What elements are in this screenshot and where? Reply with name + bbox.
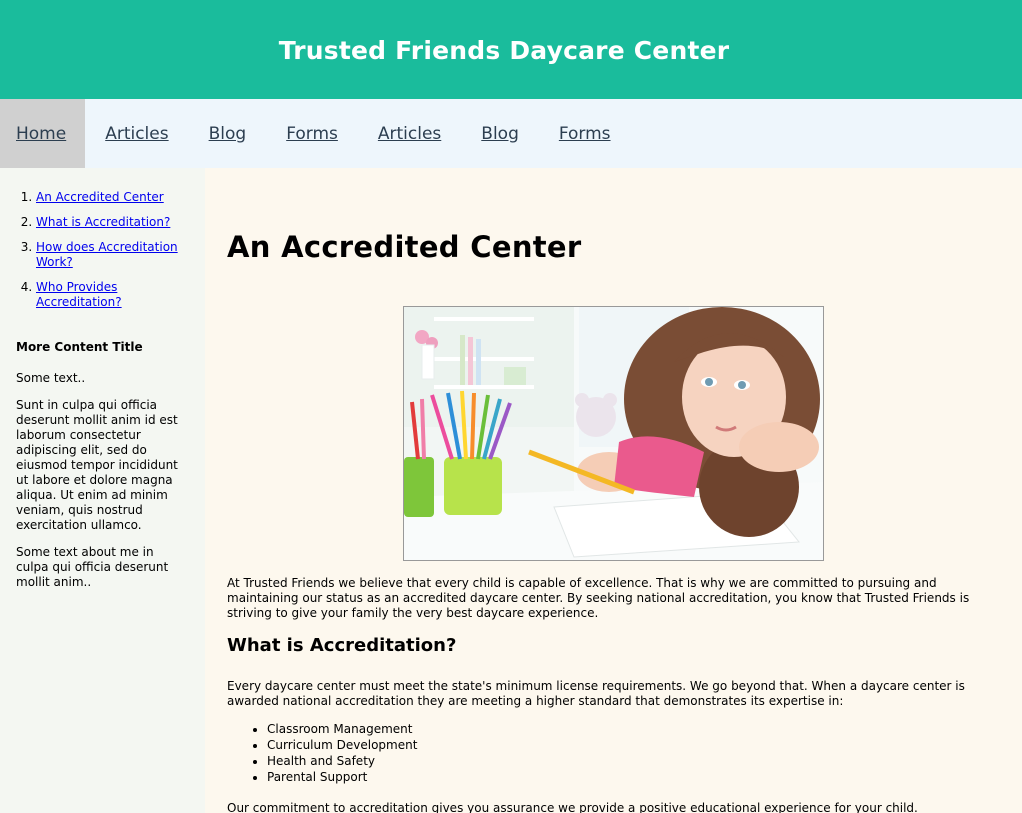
sidebar-paragraph: Sunt in culpa qui officia deserunt molli… [16,398,178,532]
toc-item: An Accredited Center [36,190,189,205]
nav-link-forms-2[interactable]: Forms [539,99,631,168]
page-layout: An Accredited Center What is Accreditati… [0,168,1022,813]
table-of-contents: An Accredited Center What is Accreditati… [16,190,189,310]
toc-link-who-provides-accreditation[interactable]: Who Provides Accreditation? [36,280,122,309]
sidebar-paragraph: Some text about me in culpa qui officia … [16,545,169,589]
site-title: Trusted Friends Daycare Center [278,36,730,65]
list-item: Parental Support [267,769,1000,785]
toc-link-what-is-accreditation[interactable]: What is Accreditation? [36,215,170,229]
main-content: An Accredited Center At Trusted Friends … [205,168,1022,813]
site-header: Trusted Friends Daycare Center [0,0,1022,99]
nav-link-articles-2[interactable]: Articles [358,99,461,168]
nav-link-articles[interactable]: Articles [85,99,188,168]
list-item: Health and Safety [267,753,1000,769]
list-item: Classroom Management [267,721,1000,737]
toc-link-accredited-center[interactable]: An Accredited Center [36,190,164,204]
intro-paragraph: At Trusted Friends we believe that every… [227,576,970,620]
toc-link-how-does-accreditation-work[interactable]: How does Accreditation Work? [36,240,178,269]
page-title: An Accredited Center [227,230,582,264]
toc-item: What is Accreditation? [36,215,189,230]
section-paragraph: Every daycare center must meet the state… [227,679,965,708]
nav-link-blog-2[interactable]: Blog [461,99,539,168]
nav-link-blog[interactable]: Blog [189,99,267,168]
sidebar: An Accredited Center What is Accreditati… [0,168,205,813]
list-item: Curriculum Development [267,737,1000,753]
top-navigation: Home Articles Blog Forms Articles Blog F… [0,99,1022,168]
sidebar-heading: More Content Title [16,340,143,354]
hero-image-child-drawing [403,306,824,561]
expertise-list: Classroom Management Curriculum Developm… [227,721,1000,785]
toc-item: How does Accreditation Work? [36,240,189,270]
closing-paragraph: Our commitment to accreditation gives yo… [227,801,918,813]
toc-item: Who Provides Accreditation? [36,280,189,310]
nav-link-forms[interactable]: Forms [266,99,358,168]
section-heading: What is Accreditation? [227,635,457,656]
sidebar-paragraph: Some text.. [16,371,86,385]
nav-link-home[interactable]: Home [0,99,86,168]
